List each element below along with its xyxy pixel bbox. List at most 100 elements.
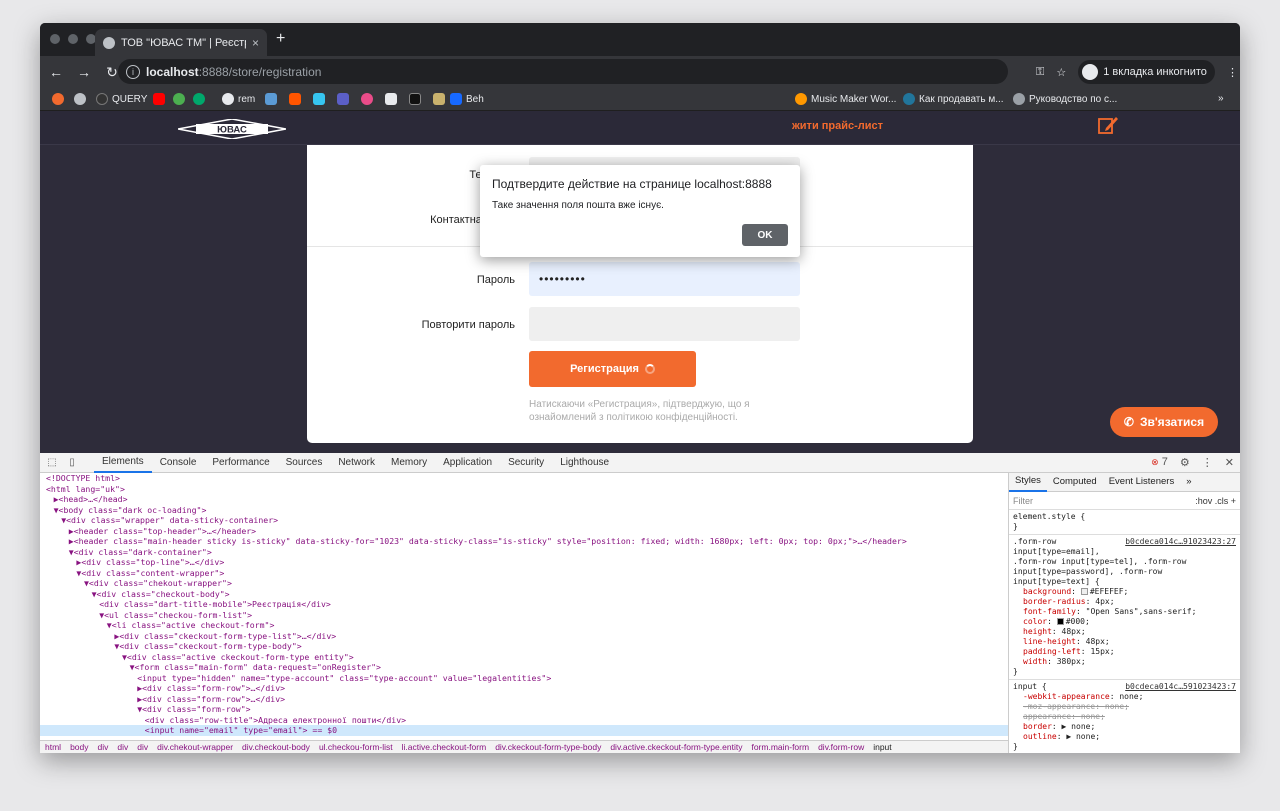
breadcrumb-item[interactable]: ul.checkou-form-list: [319, 742, 393, 752]
dom-node-line[interactable]: ▼<div class="content-wrapper">: [40, 568, 1008, 579]
inspect-icon[interactable]: ⬚: [44, 457, 60, 468]
cls-toggle[interactable]: .cls: [1215, 496, 1229, 506]
bookmarks-more-button[interactable]: »: [1218, 93, 1224, 104]
breadcrumb-item[interactable]: div.ckeckout-form-type-body: [495, 742, 601, 752]
minimize-dot[interactable]: [68, 34, 78, 44]
more-icon[interactable]: ⋮: [1202, 456, 1213, 469]
hov-toggle[interactable]: :hov: [1195, 496, 1212, 506]
css-property[interactable]: height: 48px;: [1013, 627, 1236, 637]
dom-node-line[interactable]: ▼<body class="dark oc-loading">: [40, 505, 1008, 516]
browser-tab[interactable]: ТОВ "ЮВАС ТМ" | Реєстрація ×: [95, 29, 267, 56]
devtools-tab[interactable]: Memory: [383, 453, 435, 473]
password-input[interactable]: •••••••••: [529, 262, 800, 296]
dom-node-line[interactable]: <div class="row-title">Адреса електронно…: [40, 715, 1008, 726]
styles-tab[interactable]: Styles: [1009, 473, 1047, 492]
bookmark-wordpress[interactable]: Как продавать м...: [903, 93, 1004, 105]
rule-source-link[interactable]: b0cdeca014c…91023423:27: [1125, 537, 1236, 547]
devtools-tab[interactable]: Lighthouse: [552, 453, 617, 473]
devtools-tab[interactable]: Application: [435, 453, 500, 473]
css-property[interactable]: border-radius: 4px;: [1013, 597, 1236, 607]
dom-node-line[interactable]: <div class="dart-title-mobile">Реєстраці…: [40, 599, 1008, 610]
back-icon[interactable]: ←: [44, 64, 68, 80]
css-property[interactable]: -webkit-appearance: none;: [1013, 692, 1236, 702]
error-counter[interactable]: ⊗ 7: [1151, 456, 1168, 469]
more-tabs-icon[interactable]: »: [1180, 473, 1197, 492]
dom-node-line[interactable]: ▼<div class="dark-container">: [40, 547, 1008, 558]
dom-node-line[interactable]: ▼<ul class="checkou-form-list">: [40, 610, 1008, 621]
css-property[interactable]: -moz-appearance: none;: [1013, 702, 1236, 712]
css-property[interactable]: width: 380px;: [1013, 657, 1236, 667]
dom-node-line[interactable]: <!DOCTYPE html>: [40, 473, 1008, 484]
color-swatch[interactable]: [1080, 588, 1088, 595]
css-property[interactable]: border: ▶ none;: [1013, 722, 1236, 732]
edit-icon[interactable]: [1097, 114, 1119, 136]
devtools-tab[interactable]: Sources: [278, 453, 331, 473]
dom-node-line[interactable]: ▶<div class="form-row">…</div>: [40, 683, 1008, 694]
dom-node-line[interactable]: ▼<div class="wrapper" data-sticky-contai…: [40, 515, 1008, 526]
css-property[interactable]: padding-left: 15px;: [1013, 647, 1236, 657]
ok-button[interactable]: OK: [742, 224, 788, 246]
breadcrumb-item[interactable]: html: [45, 742, 61, 752]
site-info-icon[interactable]: i: [126, 64, 140, 79]
breadcrumb-item[interactable]: div.active.ckeckout-form-type.entity: [610, 742, 742, 752]
rule-source-link[interactable]: b0cdeca014c…591023423:7: [1125, 682, 1236, 692]
devtools-tab[interactable]: Security: [500, 453, 552, 473]
close-devtools-icon[interactable]: ✕: [1225, 456, 1234, 469]
star-icon[interactable]: ☆: [1056, 66, 1066, 79]
dom-node-line[interactable]: <html lang="uk">: [40, 484, 1008, 495]
breadcrumb-item[interactable]: form.main-form: [751, 742, 809, 752]
breadcrumb-item[interactable]: div.form-row: [818, 742, 864, 752]
css-property[interactable]: color: #000;: [1013, 617, 1236, 627]
breadcrumb-item[interactable]: div: [137, 742, 148, 752]
close-dot[interactable]: [50, 34, 60, 44]
devtools-tab[interactable]: Network: [330, 453, 383, 473]
dom-node-line[interactable]: <input type="hidden" name="type-account"…: [40, 673, 1008, 684]
breadcrumb-item[interactable]: body: [70, 742, 88, 752]
devtools-tab[interactable]: Console: [152, 453, 205, 473]
breadcrumb-item[interactable]: div.chekout-wrapper: [157, 742, 233, 752]
add-rule-icon[interactable]: +: [1231, 496, 1236, 506]
dom-node-line[interactable]: ▶<head>…</head>: [40, 494, 1008, 505]
yuvas-logo[interactable]: ЮВАС: [178, 119, 286, 139]
bookmark-icons-group-2[interactable]: [153, 93, 205, 105]
contact-us-button[interactable]: ✆ Зв'язатися: [1110, 407, 1218, 437]
styles-tab[interactable]: Event Listeners: [1103, 473, 1180, 492]
css-property[interactable]: line-height: 48px;: [1013, 637, 1236, 647]
breadcrumb-item[interactable]: input: [873, 742, 891, 752]
dom-node-line[interactable]: ▼<div class="chekout-wrapper">: [40, 578, 1008, 589]
devtools-tab[interactable]: Elements: [94, 453, 152, 473]
key-icon[interactable]: ⚿: [1036, 66, 1044, 79]
dom-node-line[interactable]: ▼<div class="form-row">: [40, 704, 1008, 715]
devtools-tab[interactable]: Performance: [204, 453, 277, 473]
css-property[interactable]: background: #EFEFEF;: [1013, 587, 1236, 597]
forward-icon[interactable]: →: [72, 64, 96, 80]
styles-tab[interactable]: Computed: [1047, 473, 1103, 492]
bookmark-query[interactable]: QUERY: [96, 93, 147, 105]
css-property[interactable]: outline: ▶ none;: [1013, 732, 1236, 742]
bookmark-rem[interactable]: rem: [222, 93, 255, 105]
window-controls[interactable]: [50, 34, 96, 44]
color-swatch[interactable]: [1056, 618, 1064, 625]
breadcrumb-item[interactable]: div: [98, 742, 109, 752]
breadcrumb-item[interactable]: div.checkout-body: [242, 742, 310, 752]
dom-node-line[interactable]: ▼<div class="ckeckout-form-type-body">: [40, 641, 1008, 652]
bookmark-icons-group-1[interactable]: [52, 93, 86, 105]
dom-node-line[interactable]: ▼<form class="main-form" data-request="o…: [40, 662, 1008, 673]
price-list-link[interactable]: жити прайс-лист: [792, 120, 883, 132]
settings-gear-icon[interactable]: ⚙: [1180, 456, 1190, 469]
bookmark-guide[interactable]: Руководство по с...: [1013, 93, 1117, 105]
css-property[interactable]: appearance: none;: [1013, 712, 1236, 722]
dom-node-line[interactable]: ▼<li class="active checkout-form">: [40, 620, 1008, 631]
dom-node-line[interactable]: ▼<div class="checkout-body">: [40, 589, 1008, 600]
dom-node-line[interactable]: ▶<div class="ckeckout-form-type-list">…<…: [40, 631, 1008, 642]
dom-node-line[interactable]: ▶<div class="top-line">…</div>: [40, 557, 1008, 568]
dom-node-line[interactable]: ▶<header class="top-header">…</header>: [40, 526, 1008, 537]
bookmark-music-maker[interactable]: Music Maker Wor...: [795, 93, 896, 105]
menu-icon[interactable]: ⋮: [1227, 66, 1238, 79]
filter-input[interactable]: Filter: [1013, 496, 1033, 506]
dom-node-line[interactable]: <input name="email" type="email"> == $0: [40, 725, 1008, 736]
incognito-badge[interactable]: 1 вкладка инкогнито: [1078, 60, 1215, 84]
new-tab-button[interactable]: +: [276, 30, 285, 48]
breadcrumb-item[interactable]: div: [117, 742, 128, 752]
register-button[interactable]: Регистрация: [529, 351, 696, 387]
